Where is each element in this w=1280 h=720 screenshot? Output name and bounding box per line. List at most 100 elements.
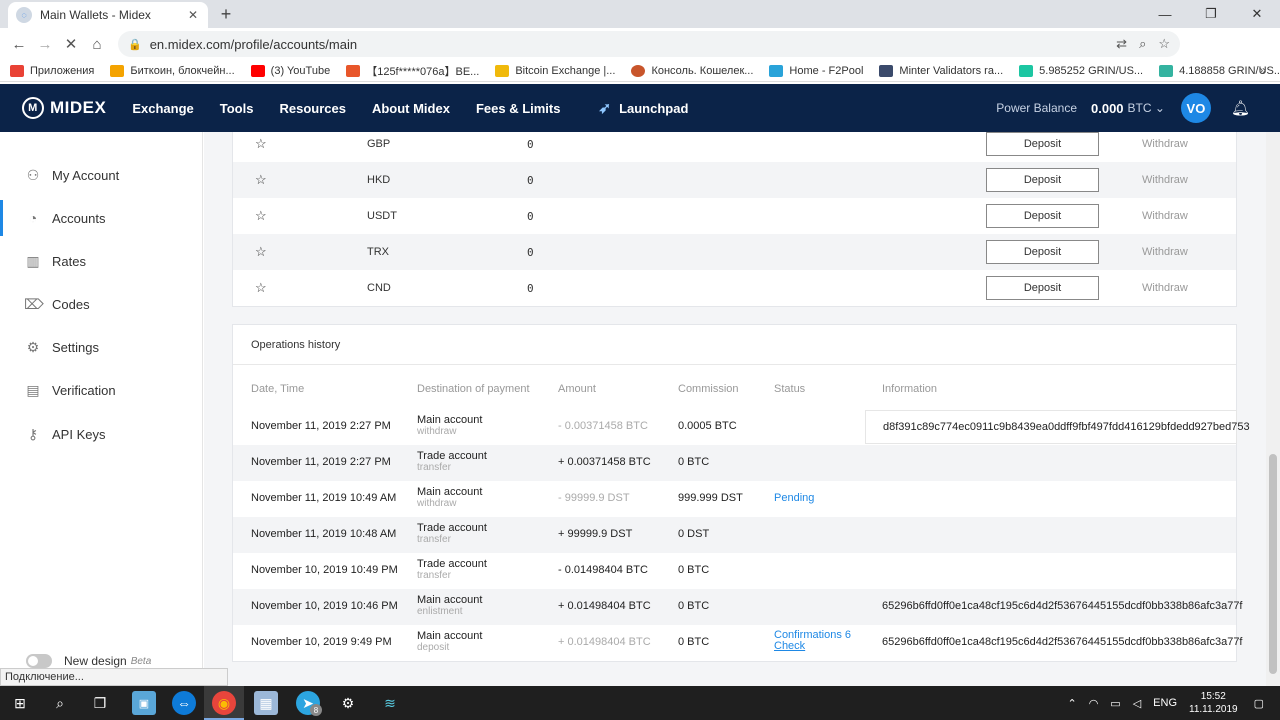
minimize-icon[interactable]: — [1142, 0, 1188, 28]
op-date: November 11, 2019 10:48 AM [251, 528, 397, 540]
back-icon[interactable]: ← [6, 36, 32, 53]
op-information[interactable]: d8f391c89c774ec0911c9b8439ea0ddff9fbf497… [865, 410, 1250, 444]
bookmark-star-icon[interactable]: ☆ [1158, 36, 1170, 52]
app-wave-icon[interactable]: ≋ [378, 691, 402, 715]
settings-gear-icon[interactable]: ⚙ [336, 691, 360, 715]
search-icon[interactable]: ⌕ [48, 691, 72, 715]
power-balance-currency[interactable]: BTC ⌄ [1128, 101, 1165, 115]
table-row: November 11, 2019 10:48 AM Trade account… [233, 517, 1236, 553]
withdraw-link[interactable]: Withdraw [1142, 282, 1188, 294]
op-status[interactable]: Confirmations 6 Check [774, 630, 851, 652]
calculator-icon[interactable]: ▦ [254, 691, 278, 715]
apps-icon [10, 64, 24, 77]
op-destination: Trade account transfer [417, 522, 487, 545]
new-design-toggle-row: New design Beta [26, 654, 151, 668]
clock-time: 15:52 [1200, 691, 1226, 702]
withdraw-link[interactable]: Withdraw [1142, 210, 1188, 222]
clock[interactable]: 15:52 11.11.2019 [1189, 690, 1238, 716]
operations-history-card: Operations history Date, Time Destinatio… [232, 324, 1250, 662]
check-link[interactable]: Check [774, 640, 805, 652]
task-view-icon[interactable]: ❐ [88, 691, 112, 715]
bookmark-item[interactable]: (3) YouTube [250, 64, 330, 77]
bookmark-item[interactable]: Home - F2Pool [769, 64, 863, 77]
tray-chevron-icon[interactable]: ⌃ [1067, 697, 1076, 710]
star-icon[interactable]: ☆ [255, 208, 267, 224]
withdraw-link[interactable]: Withdraw [1142, 174, 1188, 186]
doc-icon: ▤ [26, 381, 40, 398]
avatar[interactable]: VO [1180, 93, 1211, 123]
bookmark-item[interactable]: 5.985252 GRIN/US... [1019, 64, 1143, 77]
deposit-button[interactable]: Deposit [986, 204, 1099, 228]
op-amount: + 0.01498404 BTC [558, 636, 651, 648]
deposit-button[interactable]: Deposit [986, 168, 1099, 192]
bookmark-item[interactable]: Биткоин, блокчейн... [110, 64, 235, 77]
lock-icon[interactable]: 🔒 [128, 38, 142, 51]
op-amount: - 99999.9 DST [558, 492, 630, 504]
new-design-toggle[interactable] [26, 654, 52, 668]
browser-tab[interactable]: ◌ Main Wallets - Midex ✕ [8, 2, 208, 28]
menu-launchpad[interactable]: ➶ Launchpad [598, 99, 688, 117]
star-icon[interactable]: ☆ [255, 280, 267, 296]
windows-start-icon[interactable]: ⊞ [8, 691, 32, 715]
scrollbar-thumb[interactable] [1269, 454, 1277, 674]
currency-row: ☆ GBP 0 Deposit Withdraw [233, 132, 1236, 162]
menu-about[interactable]: About Midex [372, 101, 450, 116]
sidebar-item-accounts[interactable]: ◔ Accounts [0, 200, 203, 236]
sidebar-item-my-account[interactable]: ⚇ My Account [0, 157, 203, 193]
bell-icon[interactable]: 🔔︎ [1231, 99, 1250, 117]
translate-icon[interactable]: ⇄ [1116, 36, 1127, 52]
chart-icon: ▥ [26, 252, 40, 269]
bookmark-item[interactable]: Bitcoin Exchange |... [495, 64, 615, 77]
star-icon[interactable]: ☆ [255, 136, 267, 152]
new-tab-button[interactable]: + [216, 4, 236, 25]
forward-icon[interactable]: → [32, 36, 58, 53]
sidebar-item-verification[interactable]: ▤ Verification [0, 372, 203, 408]
midex-logo[interactable]: M MIDEX [22, 97, 106, 119]
deposit-button[interactable]: Deposit [986, 240, 1099, 264]
language-indicator[interactable]: ENG [1153, 697, 1177, 709]
bookmark-item[interactable]: Приложения [10, 64, 94, 77]
more-bookmarks-icon[interactable]: » [1259, 63, 1266, 77]
zoom-icon[interactable]: ⌕ [1139, 36, 1146, 52]
op-status: Pending [774, 492, 815, 504]
bookmark-item[interactable]: Minter Validators ra... [879, 64, 1003, 77]
power-balance-value[interactable]: 0.000 [1091, 101, 1124, 116]
stop-loading-icon[interactable]: ✕ [58, 35, 84, 53]
withdraw-link[interactable]: Withdraw [1142, 246, 1188, 258]
sidebar-item-rates[interactable]: ▥ Rates [0, 243, 203, 279]
volume-icon[interactable]: ◁ [1133, 697, 1141, 710]
bookmark-item[interactable]: 【125f*****076a】BE... [346, 63, 479, 79]
close-window-icon[interactable]: ✕ [1234, 0, 1280, 28]
sidebar-item-api-keys[interactable]: ⚷ API Keys [0, 416, 203, 452]
op-date: November 10, 2019 10:46 PM [251, 600, 398, 612]
bookmark-item[interactable]: Консоль. Кошелек... [631, 64, 753, 77]
withdraw-link[interactable]: Withdraw [1142, 138, 1188, 150]
notifications-icon[interactable]: ▢ [1254, 697, 1264, 710]
teamviewer-icon[interactable]: ⇔ [172, 691, 196, 715]
sidebar-item-settings[interactable]: ⚙ Settings [0, 329, 203, 365]
close-tab-icon[interactable]: ✕ [186, 8, 200, 22]
loading-icon: ◌ [16, 7, 32, 23]
sidebar-item-codes[interactable]: ⌦ Codes [0, 286, 203, 322]
maximize-icon[interactable]: ❐ [1188, 0, 1234, 28]
star-icon[interactable]: ☆ [255, 244, 267, 260]
bookmark-favicon [879, 64, 894, 77]
star-icon[interactable]: ☆ [255, 172, 267, 188]
op-information: 65296b6ffd0ff0e1ca48cf195c6d4d2f53676445… [882, 636, 1243, 648]
currency-row: ☆ HKD 0 Deposit Withdraw [233, 162, 1236, 198]
menu-resources[interactable]: Resources [279, 101, 345, 116]
power-balance-label: Power Balance [996, 101, 1077, 115]
menu-fees[interactable]: Fees & Limits [476, 101, 561, 116]
app-icon[interactable]: ▣ [132, 691, 156, 715]
wifi-icon[interactable]: ◠ [1089, 697, 1099, 710]
deposit-button[interactable]: Deposit [986, 132, 1099, 156]
battery-icon[interactable]: ▭ [1110, 697, 1120, 710]
deposit-button[interactable]: Deposit [986, 276, 1099, 300]
page-scrollbar[interactable] [1266, 132, 1280, 686]
chrome-icon[interactable]: ◉ [212, 691, 236, 715]
url-text[interactable]: en.midex.com/profile/accounts/main [150, 37, 1104, 52]
home-icon[interactable]: ⌂ [84, 36, 110, 53]
address-bar[interactable]: 🔒 en.midex.com/profile/accounts/main ⇄ ⌕… [118, 31, 1180, 57]
menu-tools[interactable]: Tools [220, 101, 254, 116]
menu-exchange[interactable]: Exchange [132, 101, 193, 116]
